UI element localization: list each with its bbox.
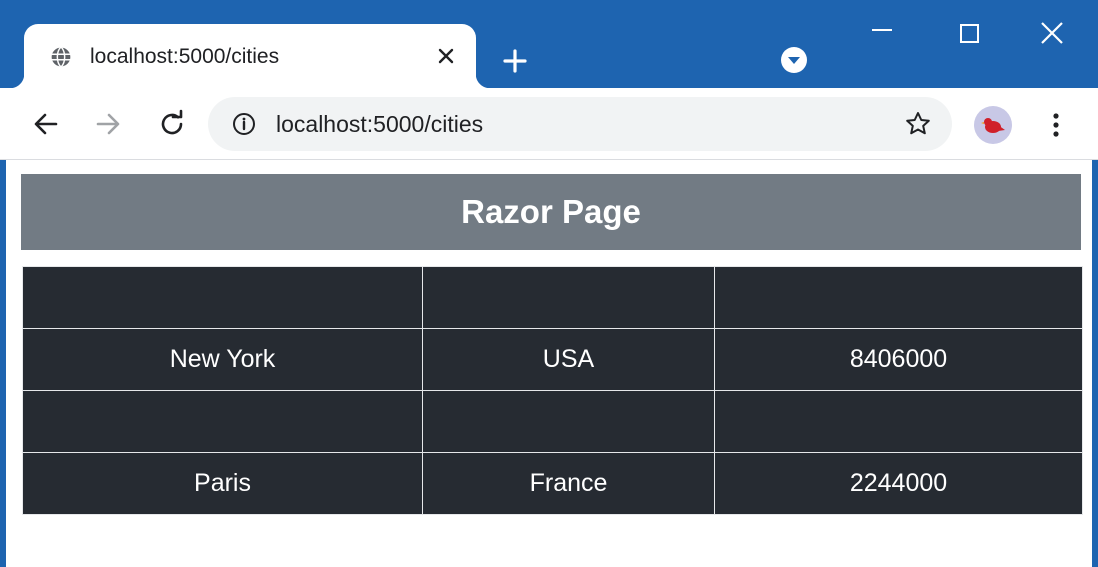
address-bar[interactable]: localhost:5000/cities xyxy=(208,97,952,151)
kebab-menu-icon[interactable] xyxy=(1044,108,1068,142)
page-content: Razor Page New York USA 8406000 Paris Fr… xyxy=(6,160,1092,567)
info-icon[interactable] xyxy=(232,112,256,136)
url-text[interactable]: localhost:5000/cities xyxy=(276,110,483,138)
population-cell: 2244000 xyxy=(714,452,1083,515)
maximize-icon[interactable] xyxy=(950,16,990,52)
table-row xyxy=(22,390,1083,453)
country-cell: USA xyxy=(422,328,715,391)
browser-window: localhost:5000/cities localhost:5000/cit… xyxy=(0,0,1098,567)
city-cell: Paris xyxy=(22,452,423,515)
globe-icon xyxy=(50,46,72,68)
city-cell xyxy=(22,390,423,453)
profile-avatar[interactable] xyxy=(974,106,1012,144)
reload-icon[interactable] xyxy=(156,108,188,140)
browser-tab[interactable]: localhost:5000/cities xyxy=(10,24,490,88)
table-row: New York USA 8406000 xyxy=(22,328,1083,391)
close-icon[interactable] xyxy=(1032,16,1072,52)
tab-strip: localhost:5000/cities xyxy=(0,0,1098,88)
bird-icon xyxy=(981,118,1005,133)
table-row: Paris France 2244000 xyxy=(22,452,1083,515)
star-icon[interactable] xyxy=(904,110,932,138)
close-icon[interactable] xyxy=(434,44,458,68)
back-arrow-icon[interactable] xyxy=(30,108,62,140)
country-cell xyxy=(422,390,715,453)
minimize-icon[interactable] xyxy=(862,16,902,52)
population-cell xyxy=(714,266,1083,329)
cities-table: New York USA 8406000 Paris France 224400… xyxy=(22,266,1083,515)
population-cell: 8406000 xyxy=(714,328,1083,391)
country-cell xyxy=(422,266,715,329)
country-cell: France xyxy=(422,452,715,515)
browser-toolbar: localhost:5000/cities xyxy=(0,88,1098,160)
table-row xyxy=(22,266,1083,329)
tab-title: localhost:5000/cities xyxy=(90,45,280,68)
forward-arrow-icon[interactable] xyxy=(92,108,124,140)
city-cell xyxy=(22,266,423,329)
page-title: Razor Page xyxy=(21,174,1081,250)
city-cell: New York xyxy=(22,328,423,391)
plus-icon[interactable] xyxy=(498,44,532,78)
chevron-down-icon[interactable] xyxy=(780,46,808,74)
population-cell xyxy=(714,390,1083,453)
